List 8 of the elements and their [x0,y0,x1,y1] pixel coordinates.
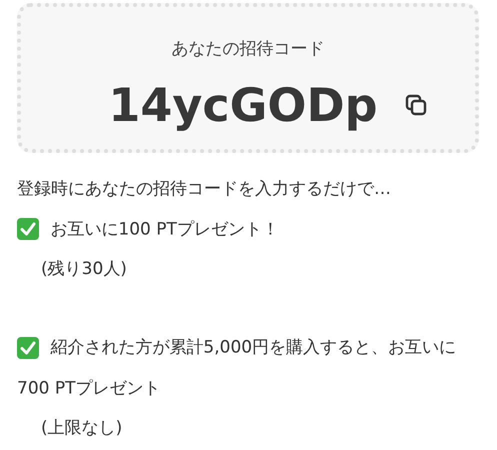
benefit-text: 紹介された方が累計5,000円を購入すると、お互いに700 PTプレゼント [17,338,456,398]
invite-code-label: あなたの招待コード [172,38,324,60]
benefit-text: お互いに100 PTプレゼント！ [50,219,279,240]
invite-code: 14ycGODp [108,78,378,132]
benefit-note: (残り30人) [40,258,128,282]
copy-icon[interactable] [404,93,428,117]
intro-text: 登録時にあなたの招待コードを入力するだけで… [17,178,392,201]
benefit-note: (上限なし) [40,417,124,440]
